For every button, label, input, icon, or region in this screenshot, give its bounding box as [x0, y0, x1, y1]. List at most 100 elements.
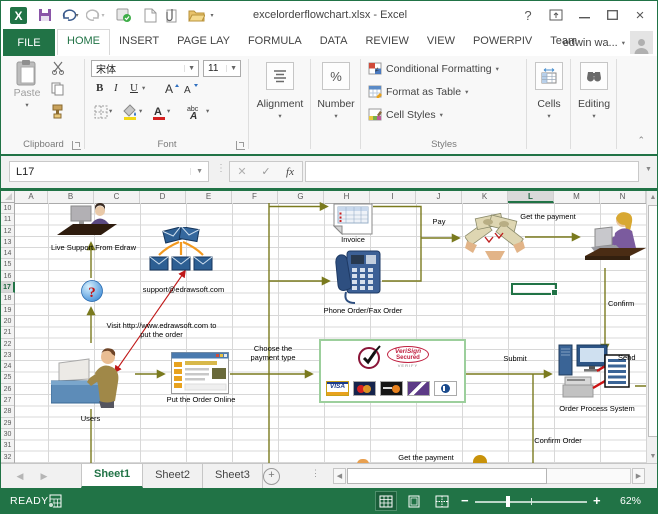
- name-box[interactable]: L17 ▼: [9, 161, 209, 182]
- alignment-button[interactable]: Alignment ▾: [250, 62, 310, 120]
- row-header-27[interactable]: 27: [1, 395, 14, 406]
- copy-icon[interactable]: [51, 82, 65, 96]
- row-header-14[interactable]: 14: [1, 248, 14, 259]
- online-order-browser-icon[interactable]: [171, 352, 229, 394]
- row-header-24[interactable]: 24: [1, 361, 14, 372]
- row-header-15[interactable]: 15: [1, 259, 14, 270]
- phonetic-guide-icon[interactable]: abcA: [186, 104, 204, 120]
- font-name-dropdown-icon[interactable]: ▼: [184, 65, 198, 72]
- column-header-H[interactable]: H: [324, 191, 370, 203]
- sheet-nav-left-icon[interactable]: ◀: [9, 464, 31, 488]
- label-submit[interactable]: Submit: [493, 354, 537, 363]
- row-header-13[interactable]: 13: [1, 237, 14, 248]
- label-invoice[interactable]: Invoice: [323, 235, 383, 244]
- tab-review[interactable]: REVIEW: [356, 29, 417, 54]
- label-support-email[interactable]: support@edrawsoft.com: [131, 285, 236, 294]
- label-visit-site[interactable]: Visit http://www.edrawsoft.com to put th…: [94, 321, 229, 339]
- normal-view-icon[interactable]: [375, 491, 397, 511]
- phone-fax-icon[interactable]: [335, 250, 381, 305]
- row-header-16[interactable]: 16: [1, 271, 14, 282]
- user-at-computer-icon[interactable]: [51, 343, 135, 409]
- row-header-29[interactable]: 29: [1, 418, 14, 429]
- decrease-font-icon[interactable]: A: [183, 82, 199, 95]
- cell-styles-button[interactable]: Cell Styles▾: [368, 108, 443, 121]
- label-choose-payment[interactable]: Choose the payment type: [239, 344, 307, 362]
- row-header-20[interactable]: 20: [1, 316, 14, 327]
- row-header-17[interactable]: 17: [1, 282, 15, 293]
- conditional-formatting-button[interactable]: ≠ Conditional Formatting▾: [368, 62, 499, 75]
- font-size-combo[interactable]: 11▼: [203, 60, 241, 77]
- hscroll-left-icon[interactable]: ◀: [333, 468, 346, 484]
- column-header-K[interactable]: K: [462, 191, 508, 203]
- label-order-process[interactable]: Order Process System: [537, 404, 657, 413]
- row-header-18[interactable]: 18: [1, 293, 14, 304]
- column-header-J[interactable]: J: [416, 191, 462, 203]
- sheet-tab-sheet3[interactable]: Sheet3: [203, 464, 263, 488]
- font-color-icon[interactable]: A: [152, 104, 166, 120]
- maximize-button[interactable]: [601, 5, 623, 25]
- row-header-31[interactable]: 31: [1, 440, 14, 451]
- horizontal-scrollbar[interactable]: ◀ ▶: [333, 468, 645, 484]
- column-header-B[interactable]: B: [48, 191, 94, 203]
- row-header-10[interactable]: 10: [1, 203, 14, 214]
- formula-input[interactable]: [305, 161, 639, 182]
- label-get-payment-top[interactable]: Get the payment: [509, 212, 587, 221]
- tab-view[interactable]: VIEW: [418, 29, 464, 54]
- new-sheet-button[interactable]: +: [263, 468, 280, 485]
- vertical-scroll-thumb[interactable]: [648, 205, 658, 437]
- italic-button[interactable]: I: [114, 82, 118, 94]
- row-header-26[interactable]: 26: [1, 384, 14, 395]
- label-phone-order[interactable]: Phone Order/Fax Order: [313, 306, 413, 315]
- tab-formula[interactable]: FORMULA: [239, 29, 311, 54]
- tab-powerpiv[interactable]: POWERPIV: [464, 29, 541, 54]
- increase-font-icon[interactable]: A: [164, 82, 180, 95]
- row-header-28[interactable]: 28: [1, 406, 14, 417]
- font-dialog-launcher[interactable]: [236, 141, 245, 150]
- row-header-19[interactable]: 19: [1, 305, 14, 316]
- clipboard-dialog-launcher[interactable]: [72, 141, 81, 150]
- select-all-corner[interactable]: [1, 191, 15, 203]
- payment-panel[interactable]: VeriSign Secured VERIFY VISA: [319, 339, 466, 403]
- horizontal-scroll-thumb[interactable]: [347, 468, 547, 484]
- label-live-support[interactable]: Live Support From Edraw: [41, 243, 146, 252]
- tab-data[interactable]: DATA: [311, 29, 357, 54]
- macro-record-icon[interactable]: [47, 494, 62, 513]
- page-layout-view-icon[interactable]: [403, 491, 425, 511]
- tab-home[interactable]: HOME: [57, 29, 110, 55]
- scroll-down-icon[interactable]: ▼: [647, 450, 658, 463]
- ribbon-display-options-icon[interactable]: [545, 5, 567, 25]
- name-box-dropdown-icon[interactable]: ▼: [190, 168, 208, 175]
- label-pay[interactable]: Pay: [421, 217, 457, 226]
- row-header-32[interactable]: 32: [1, 452, 14, 463]
- column-header-E[interactable]: E: [186, 191, 232, 203]
- row-header-23[interactable]: 23: [1, 350, 14, 361]
- sheet-tab-sheet2[interactable]: Sheet2: [143, 464, 203, 488]
- label-users[interactable]: Users: [63, 414, 118, 423]
- scroll-up-icon[interactable]: ▲: [647, 191, 658, 204]
- order-process-system-icon[interactable]: [557, 343, 637, 403]
- fill-color-icon[interactable]: [122, 104, 138, 120]
- editing-button[interactable]: Editing ▾: [572, 62, 616, 120]
- vertical-scrollbar[interactable]: ▲ ▼: [646, 191, 658, 463]
- active-cell-selection[interactable]: [511, 283, 557, 295]
- column-header-D[interactable]: D: [140, 191, 186, 203]
- cells-button[interactable]: Cells ▾: [528, 62, 570, 120]
- insert-function-icon[interactable]: fx: [278, 166, 302, 178]
- label-get-payment-bottom[interactable]: Get the payment: [386, 453, 466, 462]
- help-icon[interactable]: ?: [517, 5, 539, 25]
- column-header-M[interactable]: M: [554, 191, 600, 203]
- collapse-ribbon-icon[interactable]: ⌃: [637, 135, 645, 146]
- format-painter-icon[interactable]: [51, 104, 65, 119]
- font-size-dropdown-icon[interactable]: ▼: [226, 65, 240, 72]
- row-header-11[interactable]: 11: [1, 214, 14, 225]
- tab-file[interactable]: FILE: [3, 29, 55, 56]
- row-header-21[interactable]: 21: [1, 327, 14, 338]
- underline-button[interactable]: U: [130, 82, 138, 94]
- live-support-agent-icon[interactable]: [55, 203, 119, 239]
- page-break-view-icon[interactable]: [431, 491, 453, 511]
- question-mark-icon[interactable]: ?: [81, 278, 103, 304]
- expand-formula-bar-icon[interactable]: ▼: [645, 166, 652, 173]
- format-as-table-button[interactable]: Format as Table▾: [368, 85, 468, 98]
- avatar[interactable]: [630, 31, 653, 54]
- row-header-25[interactable]: 25: [1, 372, 14, 383]
